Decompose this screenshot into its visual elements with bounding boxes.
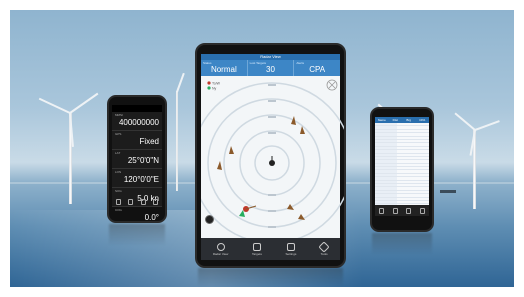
right-phone: Name Dist Brg CPA: [370, 107, 434, 232]
info-label: SOG: [115, 189, 122, 193]
legend: [207, 81, 211, 90]
tab-icon[interactable]: [153, 198, 159, 205]
pause-button[interactable]: [205, 215, 214, 224]
radar-icon: [216, 242, 225, 251]
nav-label: Radar View: [212, 251, 229, 256]
info-value: 400000000: [118, 118, 159, 127]
promo-scene: MMSI 400000000 GPS Fixed LAT 25°0'0"N LON 120°0…: [10, 10, 514, 287]
nav-radar[interactable]: Radar View: [212, 242, 229, 256]
target-list: [375, 123, 429, 216]
wrench-icon: [318, 240, 330, 253]
info-row: MMSI 400000000: [112, 112, 162, 131]
stat-lost-targets: Lost Targets 30: [248, 60, 295, 76]
stat-alerts: Alerts CPA: [294, 60, 340, 76]
tab-icon[interactable]: [419, 207, 425, 214]
info-row: LON 120°0'0"E: [112, 169, 162, 188]
wind-turbine-mid: [175, 72, 195, 195]
tablet-reflection: [198, 268, 343, 287]
nav-tools[interactable]: Tools: [318, 240, 330, 256]
info-value: Fixed: [139, 137, 159, 146]
tab-icon[interactable]: [406, 207, 412, 214]
status-bar: [112, 105, 162, 112]
own-ship-icon: [269, 156, 275, 166]
info-value: 120°0'0"E: [123, 175, 159, 184]
target-markers: [217, 116, 305, 220]
nav-settings[interactable]: Settings: [285, 242, 297, 256]
radar-display[interactable]: To/W Ny: [197, 76, 344, 250]
left-phone: MMSI 400000000 GPS Fixed LAT 25°0'0"N LON 120°0…: [107, 95, 167, 223]
info-label: MMSI: [115, 113, 123, 117]
stat-value: CPA: [309, 65, 326, 74]
info-label: GPS: [115, 132, 122, 136]
phone-tab-bar: [112, 196, 162, 207]
chart-icon: [286, 242, 295, 251]
stats-bar: Status Normal Lost Targets 30 Alerts CPA: [201, 60, 340, 76]
info-label: LAT: [115, 151, 121, 155]
nav-label: Targets: [252, 251, 262, 256]
phone-tab-bar: [375, 205, 429, 216]
nav-targets[interactable]: Targets: [252, 242, 262, 256]
info-row: GPS Fixed: [112, 131, 162, 150]
info-value: 0.0°: [144, 213, 159, 222]
wind-turbine-left: [38, 80, 99, 210]
stat-value: 30: [266, 65, 275, 74]
radar-svg: To/W Ny: [197, 79, 344, 244]
ship-silhouette: [440, 190, 456, 193]
wind-turbine-far-right: [454, 105, 505, 215]
stat-status: Status Normal: [201, 60, 248, 76]
info-label: LON: [115, 170, 122, 174]
legend-label-1: Ny: [212, 86, 217, 90]
info-row: COG 0.0°: [112, 207, 162, 222]
stat-value: Normal: [210, 65, 237, 74]
info-value: 25°0'0"N: [127, 156, 159, 165]
compass-icon: [326, 79, 338, 91]
left-phone-reflection: [109, 224, 165, 246]
tab-icon[interactable]: [392, 207, 398, 214]
center-tablet: Radar View Status Normal Lost Targets 30…: [195, 43, 346, 268]
list-icon: [252, 242, 261, 251]
tab-icon[interactable]: [140, 198, 146, 205]
legend-label-0: To/W: [212, 81, 221, 85]
tab-icon[interactable]: [115, 198, 121, 205]
info-label: COG: [115, 208, 122, 212]
tab-icon[interactable]: [379, 207, 385, 214]
bottom-nav: Radar View Targets Settings Tools: [201, 238, 340, 260]
nav-label: Settings: [285, 251, 297, 256]
tab-icon[interactable]: [128, 198, 134, 205]
info-row: LAT 25°0'0"N: [112, 150, 162, 169]
right-phone-reflection: [372, 233, 432, 255]
